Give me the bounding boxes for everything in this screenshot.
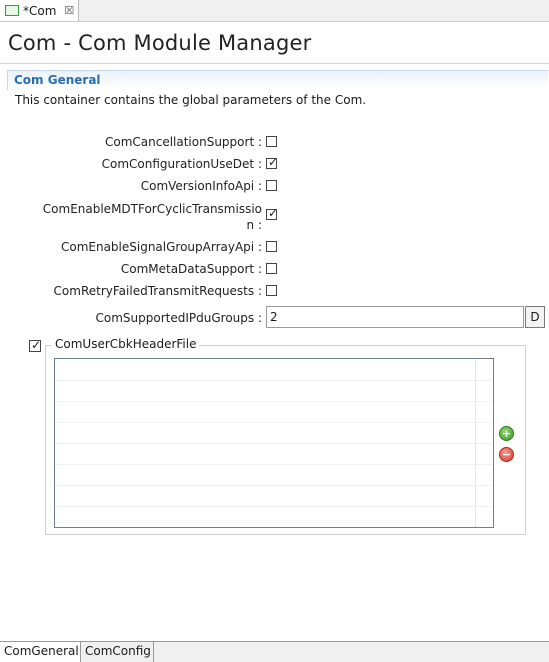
editor-tab-title: *Com — [23, 3, 57, 18]
checkbox-version-info-api[interactable] — [266, 180, 277, 191]
field-label-cancellation-support: ComCancellationSupport : — [104, 135, 262, 149]
tab-com-general[interactable]: ComGeneral — [0, 642, 81, 662]
field-label-signal-group-array-api: ComEnableSignalGroupArrayApi : — [60, 240, 262, 254]
title-divider — [0, 63, 549, 64]
field-label-enable-mdt-line2: n : — [246, 218, 262, 232]
supported-ipdu-groups-input[interactable]: 2 — [266, 306, 524, 328]
list-row-divider — [55, 422, 493, 423]
list-row-divider — [55, 464, 493, 465]
checkbox-retry-failed-transmit[interactable] — [266, 285, 277, 296]
list-row-divider — [55, 443, 493, 444]
check-mark: ✓ — [268, 155, 279, 169]
field-label-version-info-api: ComVersionInfoApi : — [140, 179, 262, 193]
group-label: ComUserCbkHeaderFile — [52, 337, 200, 351]
section-header[interactable]: Com General — [7, 70, 548, 90]
list-row-divider — [55, 380, 493, 381]
editor-tab-com[interactable]: *Com ☒ — [0, 0, 79, 21]
checkbox-user-cbk-header-file[interactable]: ✓ — [29, 338, 42, 352]
checkbox-enable-mdt[interactable]: ✓ — [266, 206, 279, 220]
bottom-tab-strip: ComGeneral ComConfig — [0, 641, 549, 662]
list-row-divider — [55, 401, 493, 402]
header-file-list[interactable] — [54, 358, 494, 528]
editor-tab-strip: *Com ☒ — [0, 0, 549, 22]
section-title: Com General — [14, 73, 101, 87]
check-mark: ✓ — [268, 206, 279, 220]
checkbox-signal-group-array-api[interactable] — [266, 241, 277, 252]
field-label-supported-ipdu-groups: ComSupportedIPduGroups : — [95, 311, 263, 325]
field-label-retry-failed-transmit: ComRetryFailedTransmitRequests : — [53, 284, 262, 298]
file-icon — [5, 5, 19, 16]
page-title: Com - Com Module Manager — [8, 31, 312, 55]
field-label-meta-data-support: ComMetaDataSupport : — [120, 262, 262, 276]
list-column-divider — [475, 359, 476, 527]
check-mark: ✓ — [31, 338, 42, 352]
checkbox-meta-data-support[interactable] — [266, 263, 277, 274]
default-button[interactable]: D — [525, 306, 545, 328]
checkbox-configuration-use-det[interactable]: ✓ — [266, 155, 279, 169]
add-icon[interactable]: + — [499, 426, 514, 441]
checkbox-cancellation-support[interactable] — [266, 136, 277, 147]
close-icon[interactable]: ☒ — [64, 4, 74, 17]
list-row-divider — [55, 485, 493, 486]
section-description: This container contains the global param… — [15, 93, 367, 107]
list-row-divider — [55, 506, 493, 507]
field-label-enable-mdt-line1: ComEnableMDTForCyclicTransmissio — [42, 202, 262, 216]
tab-com-config[interactable]: ComConfig — [81, 642, 154, 662]
field-label-configuration-use-det: ComConfigurationUseDet : — [101, 157, 262, 171]
remove-icon[interactable]: − — [499, 447, 514, 462]
